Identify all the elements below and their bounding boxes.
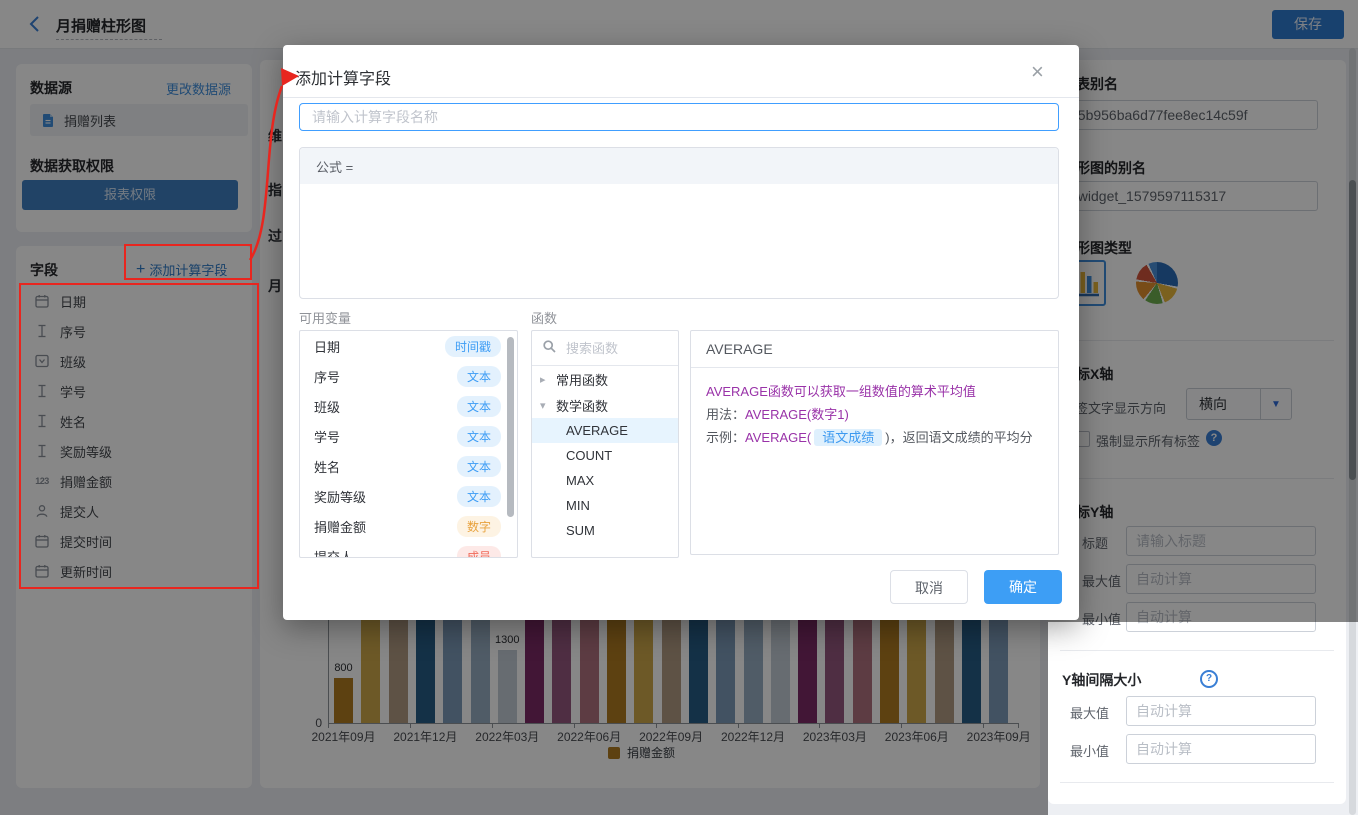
variable-type-badge: 文本 <box>457 366 501 387</box>
function-search[interactable] <box>532 331 678 366</box>
variable-type-badge: 成员 <box>457 546 501 559</box>
function-search-input[interactable] <box>564 340 663 357</box>
doc-example: 示例：AVERAGE(语文成绩)，返回语文成绩的平均分 <box>706 426 1043 449</box>
variable-type-badge: 文本 <box>457 486 501 507</box>
variable-item[interactable]: 学号 文本 <box>300 421 517 451</box>
help-icon[interactable]: ? <box>1200 670 1218 688</box>
confirm-button[interactable]: 确定 <box>984 570 1062 604</box>
annotation-box-field-list <box>19 283 259 589</box>
setting-label: 最大值 <box>1070 703 1109 722</box>
function-group[interactable]: ▸ 常用函数 <box>532 366 678 392</box>
variable-item[interactable]: 姓名 文本 <box>300 451 517 481</box>
function-item[interactable]: COUNT <box>532 443 678 468</box>
variable-name: 学号 <box>314 427 340 446</box>
variable-name: 捐赠金额 <box>314 517 366 536</box>
yinterval-title: Y轴间隔大小 <box>1062 670 1141 690</box>
variable-name: 奖励等级 <box>314 487 366 506</box>
variables-title: 可用变量 <box>299 308 351 327</box>
variable-item[interactable]: 奖励等级 文本 <box>300 481 517 511</box>
setting-input[interactable] <box>1126 734 1316 764</box>
formula-editor[interactable]: 公式 = <box>299 147 1059 299</box>
variable-name: 日期 <box>314 337 340 356</box>
app-window: 月捐赠柱形图 保存 数据源 更改数据源 捐赠列表 数据获取权限 报表权限 字段 … <box>0 0 1358 815</box>
formula-label: 公式 = <box>300 148 1058 184</box>
add-calc-field-modal: 添加计算字段 × 公式 = 可用变量 日期时间戳序号文本班级文本学号文本姓名文本… <box>283 45 1079 620</box>
calc-field-name-input[interactable] <box>299 103 1059 131</box>
variable-item[interactable]: 日期 时间戳 <box>300 331 517 361</box>
variable-item[interactable]: 捐赠金额 数字 <box>300 511 517 541</box>
function-group-label: 数学函数 <box>556 396 608 415</box>
function-doc-body: AVERAGE函数可以获取一组数值的算术平均值 用法：AVERAGE(数字1) … <box>691 368 1058 461</box>
functions-title: 函数 <box>531 308 557 327</box>
scrollbar-thumb[interactable] <box>507 337 514 517</box>
variable-name: 提交人 <box>314 547 353 559</box>
divider <box>283 97 1079 98</box>
modal-title: 添加计算字段 <box>295 65 391 89</box>
variable-type-badge: 数字 <box>457 516 501 537</box>
function-item[interactable]: SUM <box>532 518 678 543</box>
setting-input[interactable] <box>1126 696 1316 726</box>
variable-name: 序号 <box>314 367 340 386</box>
variable-item[interactable]: 提交人 成员 <box>300 541 517 558</box>
setting-label: 最小值 <box>1070 741 1109 760</box>
function-group[interactable]: ▾ 数学函数 <box>532 392 678 418</box>
variable-item[interactable]: 序号 文本 <box>300 361 517 391</box>
function-item[interactable]: MAX <box>532 468 678 493</box>
function-doc-title: AVERAGE <box>691 331 1058 368</box>
variables-list: 日期时间戳序号文本班级文本学号文本姓名文本奖励等级文本捐赠金额数字提交人成员 <box>299 330 518 558</box>
search-icon <box>542 339 557 357</box>
function-item[interactable]: MIN <box>532 493 678 518</box>
annotation-box-add-button <box>124 244 252 280</box>
function-group-label: 常用函数 <box>556 370 608 389</box>
function-tree-panel: ▸ 常用函数 ▾ 数学函数 AVERAGECOUNTMAXMINSUM <box>531 330 679 558</box>
variable-item[interactable]: 班级 文本 <box>300 391 517 421</box>
variable-type-badge: 时间戳 <box>445 336 501 357</box>
chevron-right-icon: ▸ <box>540 373 550 386</box>
modal-overlay <box>0 622 1048 815</box>
variable-name: 班级 <box>314 397 340 416</box>
variable-type-badge: 文本 <box>457 456 501 477</box>
chevron-down-icon: ▾ <box>540 399 550 412</box>
variable-type-badge: 文本 <box>457 426 501 447</box>
variable-name: 姓名 <box>314 457 340 476</box>
cancel-button[interactable]: 取消 <box>890 570 968 604</box>
variable-type-badge: 文本 <box>457 396 501 417</box>
close-icon[interactable]: × <box>1031 61 1044 83</box>
divider <box>1060 782 1334 783</box>
doc-description: AVERAGE函数可以获取一组数值的算术平均值 <box>706 380 1043 403</box>
function-item[interactable]: AVERAGE <box>532 418 678 443</box>
divider <box>1060 650 1334 651</box>
function-doc-panel: AVERAGE AVERAGE函数可以获取一组数值的算术平均值 用法：AVERA… <box>690 330 1059 555</box>
field-chip: 语文成绩 <box>814 429 882 446</box>
doc-usage: 用法：AVERAGE(数字1) <box>706 403 1043 426</box>
